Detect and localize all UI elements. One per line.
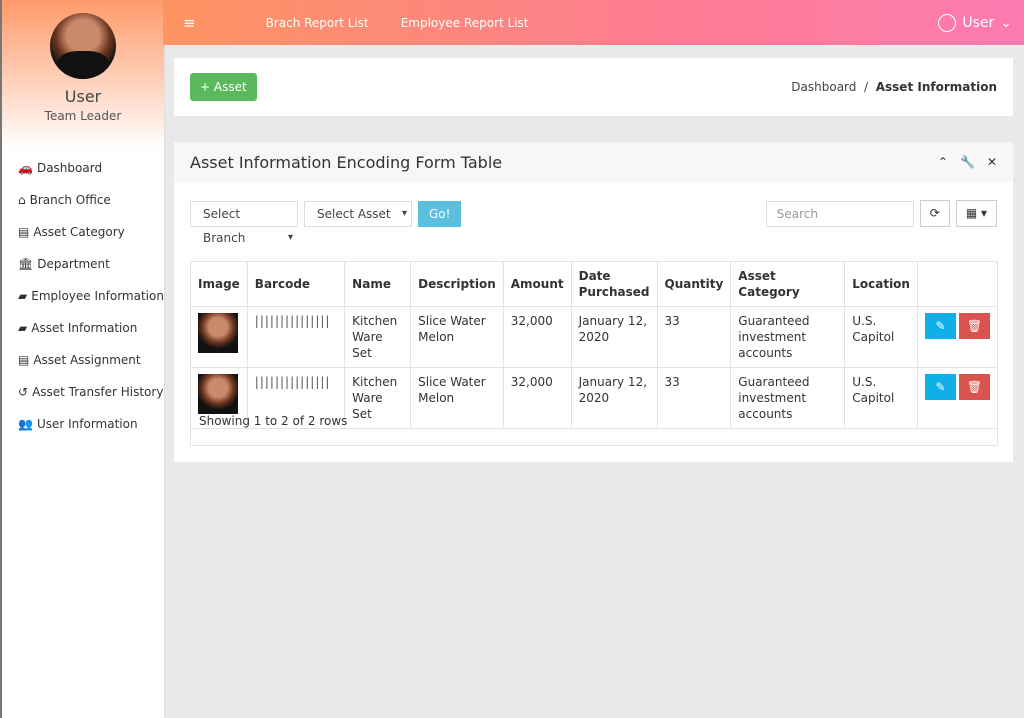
edit-button[interactable]: ✎ (924, 313, 956, 339)
col-description[interactable]: Description (410, 261, 504, 307)
cell-category: Guaranteed investment accounts (730, 306, 846, 368)
user-name: User (64, 87, 102, 106)
bank-icon: 🏛 (18, 257, 34, 271)
wrench-icon[interactable]: 🔧 (960, 155, 975, 169)
col-barcode[interactable]: Barcode (246, 261, 346, 307)
select-branch[interactable]: Select Branch (190, 200, 298, 250)
col-category[interactable]: Asset Category (730, 261, 846, 307)
branch-report-link[interactable]: Brach Report List (266, 16, 369, 30)
go-button[interactable]: Go! (418, 200, 462, 227)
breadcrumb-current: Asset Information (875, 80, 997, 94)
home-icon: ⌂ (18, 193, 26, 207)
file-icon: ▤ (18, 225, 30, 239)
user-menu[interactable]: User ⌄ (938, 13, 1012, 32)
col-actions (916, 261, 999, 307)
edit-button[interactable]: ✎ (924, 374, 956, 400)
employee-report-link[interactable]: Employee Report List (401, 16, 529, 30)
chevron-down-icon: ⌄ (1000, 14, 1012, 31)
add-asset-button[interactable]: + Asset (190, 73, 257, 101)
profile: User Team Leader (2, 0, 164, 150)
avatar (50, 13, 116, 79)
history-icon: ↺ (18, 385, 29, 399)
cell-date: January 12, 2020 (570, 306, 658, 368)
asset-image (198, 313, 238, 353)
col-location[interactable]: Location (844, 261, 918, 307)
panel-title: Asset Information Encoding Form Table (190, 152, 503, 172)
sidebar: User Team Leader 🚗 Dashboard ⌂ Branch Offi… (0, 0, 165, 718)
cell-amount: 32,000 (502, 306, 572, 368)
delete-button[interactable]: 🗑 (958, 313, 990, 339)
col-quantity[interactable]: Quantity (656, 261, 732, 307)
select-asset[interactable]: Select Asset (304, 200, 412, 227)
label: User Information (36, 417, 138, 431)
label: Asset Transfer History (32, 385, 164, 399)
cell-barcode: ||||||||||||||| (246, 306, 346, 368)
dashboard-icon: 🚗 (18, 161, 33, 175)
col-date[interactable]: Date Purchased (570, 261, 658, 307)
users-icon: 👥 (18, 417, 33, 431)
sidebar-item-asset-information[interactable]: ▰ Asset Information (2, 318, 164, 350)
cell-name: Kitchen Ware Set (344, 306, 412, 368)
columns-button[interactable]: ▦ ▾ (955, 200, 997, 227)
sidebar-item-branch-office[interactable]: ⌂ Branch Office (2, 190, 164, 222)
cell-description: Slice Water Melon (410, 306, 504, 368)
folder-icon: ▰ (18, 289, 28, 303)
separator: / (864, 80, 869, 94)
pagination-info: Showing 1 to 2 of 2 rows (190, 401, 998, 446)
folder-icon: ▰ (18, 321, 28, 335)
cell-actions: ✎ 🗑 (916, 306, 999, 368)
label: Asset Information (31, 321, 138, 335)
sidebar-item-department[interactable]: 🏛 Department (2, 254, 164, 286)
col-amount[interactable]: Amount (502, 261, 572, 307)
sidebar-item-asset-category[interactable]: ▤ Asset Category (2, 222, 164, 254)
sidebar-item-dashboard[interactable]: 🚗 Dashboard (2, 158, 164, 190)
cell-location: U.S. Capitol (844, 306, 918, 368)
top-bar: ≡ Brach Report List Employee Report List… (163, 0, 1024, 45)
search-input[interactable]: Search (765, 200, 914, 227)
label: Dashboard (36, 161, 103, 175)
delete-button[interactable]: 🗑 (958, 374, 990, 400)
refresh-button[interactable]: ⟳ (919, 200, 950, 227)
cell-image (190, 306, 248, 368)
asset-panel: Asset Information Encoding Form Table ⌃ 🔧… (174, 142, 1013, 462)
col-image[interactable]: Image (190, 261, 248, 307)
label: Asset Assignment (33, 353, 141, 367)
breadcrumb: Dashboard / Asset Information (791, 80, 997, 94)
sidebar-item-employee-information[interactable]: ▰ Employee Information (2, 286, 164, 318)
table-row: ||||||||||||||| Kitchen Ware Set Slice W… (190, 306, 999, 368)
hamburger-icon[interactable]: ≡ (183, 14, 196, 32)
sidebar-item-asset-assignment[interactable]: ▤ Asset Assignment (2, 350, 164, 382)
label: Employee Information (31, 289, 164, 303)
list-icon: ▤ (18, 353, 30, 367)
label: Asset Category (33, 225, 125, 239)
breadcrumb-dashboard[interactable]: Dashboard (791, 80, 856, 94)
sidebar-item-user-information[interactable]: 👥 User Information (2, 414, 164, 446)
label: Department (37, 257, 110, 271)
sidebar-item-asset-transfer-history[interactable]: ↺ Asset Transfer History (2, 382, 164, 414)
close-icon[interactable]: ✕ (987, 155, 997, 169)
toolbar: + Asset Dashboard / Asset Information (174, 58, 1013, 116)
user-icon (938, 13, 957, 32)
col-name[interactable]: Name (344, 261, 412, 307)
user-role: Team Leader (44, 109, 122, 123)
collapse-icon[interactable]: ⌃ (938, 155, 948, 169)
user-label: User (962, 14, 995, 31)
label: Branch Office (29, 193, 111, 207)
cell-quantity: 33 (656, 306, 732, 368)
